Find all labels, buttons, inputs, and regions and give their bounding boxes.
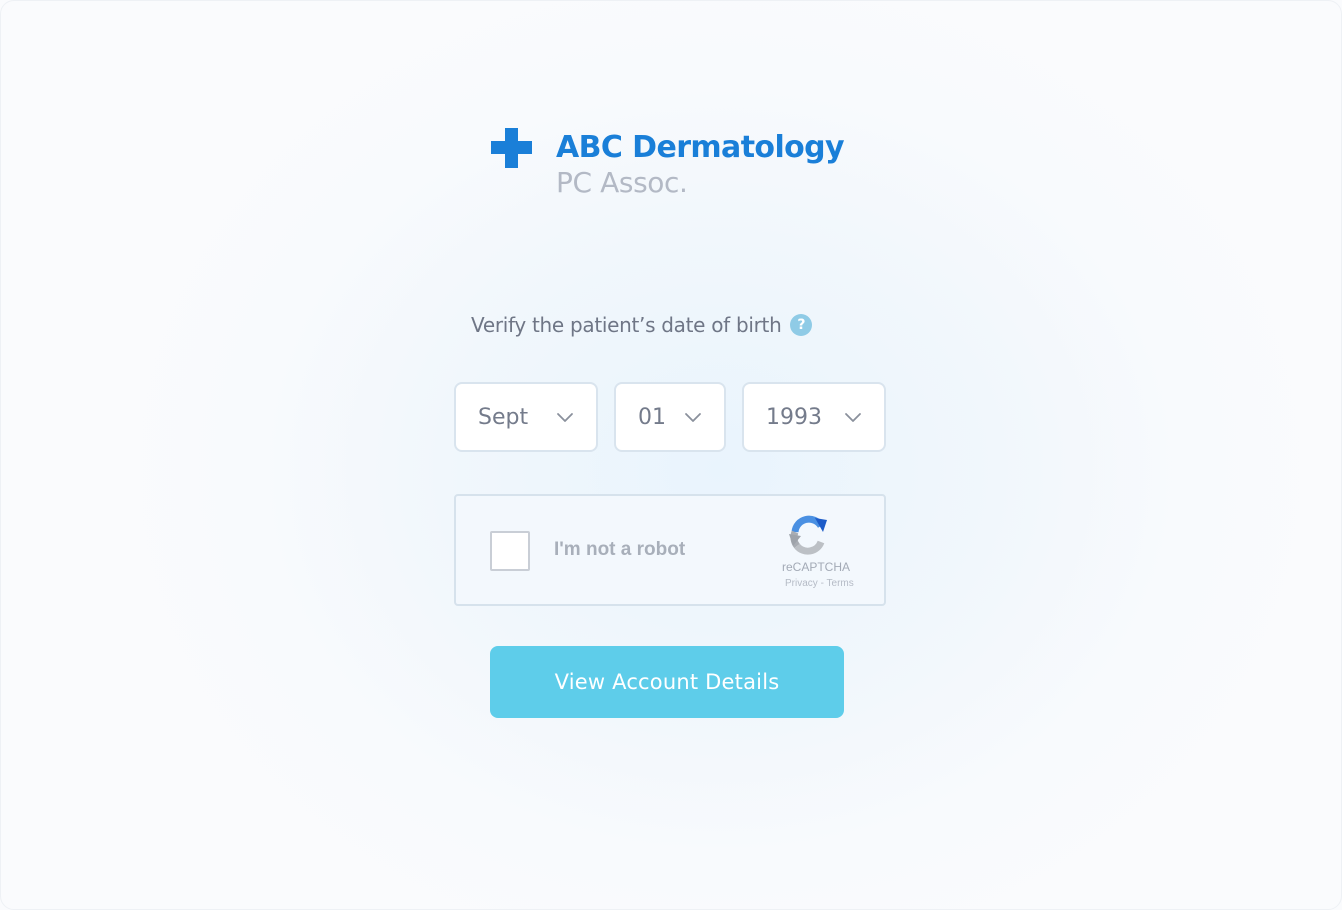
help-icon[interactable]: ? (790, 314, 813, 336)
recaptcha-logo-icon (789, 515, 827, 555)
terms-link[interactable]: Terms (827, 578, 854, 589)
brand-name: ABC Dermatology (556, 130, 845, 165)
brand-subtitle: PC Assoc. (556, 166, 688, 199)
dob-prompt-text: Verify the patient’s date of birth (471, 313, 782, 337)
recaptcha-label: I'm not a robot (554, 539, 686, 560)
chevron-down-icon (685, 413, 701, 422)
year-select[interactable]: 1993 (742, 382, 886, 452)
link-separator: - (817, 578, 827, 589)
dob-prompt: Verify the patient’s date of birth ? (471, 311, 813, 339)
recaptcha-widget: I'm not a robot reCAPTCHA Privacy - Term… (454, 494, 886, 606)
chevron-down-icon (845, 413, 861, 422)
privacy-link[interactable]: Privacy (785, 578, 818, 589)
recaptcha-brand: reCAPTCHA (782, 560, 851, 574)
day-select[interactable]: 01 (614, 382, 726, 452)
recaptcha-links: Privacy - Terms (785, 578, 854, 589)
view-account-details-button[interactable]: View Account Details (490, 646, 844, 718)
day-select-value: 01 (638, 404, 666, 430)
month-select[interactable]: Sept (454, 382, 598, 452)
brand-logo: ABC Dermatology PC Assoc. (490, 128, 870, 208)
month-select-value: Sept (478, 404, 529, 430)
chevron-down-icon (557, 413, 573, 422)
medical-cross-icon (491, 128, 533, 170)
year-select-value: 1993 (766, 404, 822, 430)
recaptcha-checkbox[interactable] (490, 531, 530, 571)
